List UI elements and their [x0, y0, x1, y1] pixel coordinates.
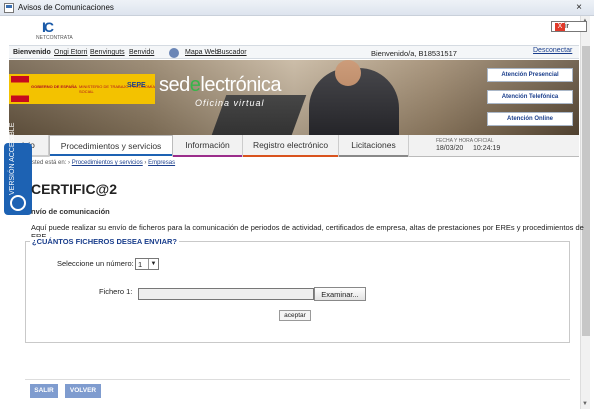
spain-flag-icon: [11, 76, 29, 102]
sepe-logo: SEPE: [127, 82, 146, 89]
salir-button[interactable]: SALIR: [30, 384, 58, 398]
window-close-button[interactable]: ×: [566, 1, 592, 14]
official-datetime: FECHA Y HORA OFICIAL 18/03/20 10:24:19: [436, 138, 501, 152]
atencion-presencial-button[interactable]: Atención Presencial: [487, 68, 573, 82]
window-titlebar: Avisos de Comunicaciones ×: [0, 0, 594, 16]
desconectar-link[interactable]: Desconectar: [533, 47, 573, 57]
atencion-telefonica-button[interactable]: Atención Telefónica: [487, 90, 573, 104]
number-select[interactable]: 1 ▼: [135, 258, 159, 270]
examinar-button[interactable]: Examinar...: [314, 287, 366, 301]
logo-mark: IC: [42, 19, 54, 35]
file-path-input[interactable]: [138, 288, 314, 300]
link-ongi-etorri[interactable]: Ongi Etorri: [54, 49, 87, 56]
version-accesible-label: VERSIÓN ACCESIBLE: [9, 122, 16, 195]
vertical-scrollbar[interactable]: ▲ ▼: [580, 16, 590, 409]
sede-electronica-title: sedelectrónica: [159, 74, 281, 96]
welcome-text: Bienvenido/a, B18531517: [371, 49, 457, 58]
window-icon: [4, 3, 14, 13]
number-select-value: 1: [138, 260, 143, 269]
link-bienvenido[interactable]: Bienvenido: [13, 49, 51, 56]
link-mapa-web[interactable]: Mapa Web: [185, 49, 219, 56]
oficina-virtual-text: Oficina virtual: [195, 98, 265, 108]
file-label: Fichero 1:: [99, 287, 133, 296]
section-heading: nvío de comunicación: [31, 207, 110, 216]
tab-licitaciones[interactable]: Licitaciones: [339, 135, 409, 157]
link-benvinguts[interactable]: Benvinguts: [90, 49, 125, 56]
breadcrumb-procedimientos[interactable]: Procedimientos y servicios: [72, 160, 143, 166]
tab-procedimientos[interactable]: Procedimientos y servicios: [49, 135, 173, 157]
tab-registro[interactable]: Registro electrónico: [243, 135, 339, 157]
window-title: Avisos de Comunicaciones: [18, 3, 114, 12]
top-links-bar: Bienvenido Ongi Etorri Benvinguts Benvid…: [9, 45, 579, 59]
scroll-down-icon[interactable]: ▼: [582, 401, 588, 407]
version-accesible-button[interactable]: VERSIÓN ACCESIBLE: [4, 122, 32, 215]
chevron-down-icon: ▼: [148, 259, 158, 269]
close-icon: ×: [576, 2, 582, 13]
logo-label: NETCONTRATA: [36, 35, 73, 41]
atencion-online-button[interactable]: Atención Online: [487, 112, 573, 126]
link-buscador[interactable]: Buscador: [217, 49, 247, 56]
netcontrata-logo: IC NETCONTRATA: [36, 19, 73, 43]
breadcrumb: sted está en: › Procedimientos y servici…: [32, 160, 176, 166]
number-label: Seleccione un número:: [57, 259, 134, 268]
tab-informacion[interactable]: Información: [173, 135, 243, 157]
fieldset-legend: ¿CUÁNTOS FICHEROS DESEA ENVIAR?: [30, 237, 180, 246]
breadcrumb-empresas[interactable]: Empresas: [148, 160, 175, 166]
scrollbar-thumb[interactable]: [582, 46, 590, 336]
wheelchair-icon: [10, 195, 26, 211]
gobierno-logo: GOBIERNO DE ESPAÑA MINISTERIO DE TRABAJO…: [9, 74, 155, 104]
divider: [25, 379, 570, 380]
salir-top-button[interactable]: Salir X: [551, 21, 587, 32]
page-title: CERTIFIC@2: [31, 181, 117, 197]
aceptar-button[interactable]: aceptar: [279, 310, 311, 321]
link-benvido[interactable]: Benvido: [129, 49, 154, 56]
close-x-icon: X: [555, 23, 565, 31]
speaker-icon[interactable]: [169, 48, 179, 58]
header-banner: GOBIERNO DE ESPAÑA MINISTERIO DE TRABAJO…: [9, 60, 579, 135]
volver-button[interactable]: VOLVER: [65, 384, 101, 398]
